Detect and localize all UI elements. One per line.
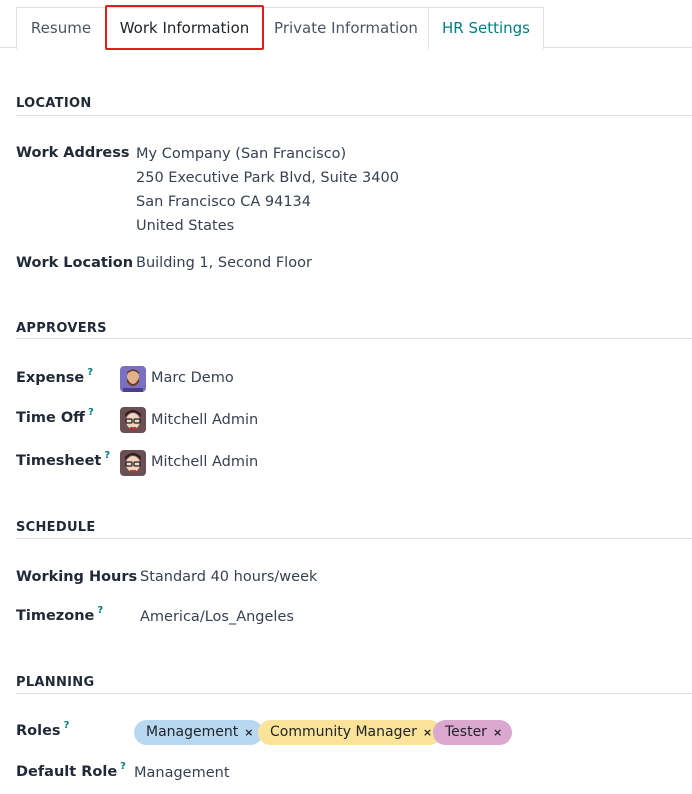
avatar-admin-glasses-icon[interactable] [120, 450, 146, 476]
timezone-value[interactable]: America/Los_Angeles [140, 609, 294, 625]
expense-approver-value[interactable]: Marc Demo [151, 370, 234, 386]
help-tooltip-icon[interactable]: ? [120, 761, 126, 772]
help-tooltip-icon[interactable]: ? [87, 367, 93, 378]
time-off-label: Time Off? [16, 407, 94, 426]
section-divider [16, 693, 692, 694]
working-hours-label: Working Hours [16, 569, 138, 585]
section-title-approvers: APPROVERS [16, 321, 107, 336]
role-tag-label: Community Manager [270, 724, 417, 740]
work-location-value[interactable]: Building 1, Second Floor [136, 255, 312, 271]
timezone-label-text: Timezone [16, 608, 95, 624]
role-tag-tester[interactable]: Tester × [433, 720, 513, 745]
role-tag-label: Tester [445, 724, 487, 740]
remove-tag-icon[interactable]: × [423, 726, 432, 739]
work-address-company[interactable]: My Company (San Francisco) [136, 142, 399, 166]
section-divider [16, 538, 692, 539]
expense-label-text: Expense [16, 370, 85, 386]
expense-label: Expense? [16, 367, 93, 386]
remove-tag-icon[interactable]: × [244, 726, 253, 739]
roles-label: Roles? [16, 720, 70, 739]
tab-work-information[interactable]: Work Information [105, 7, 264, 49]
work-address-value[interactable]: My Company (San Francisco) 250 Executive… [136, 142, 399, 238]
timezone-label: Timezone? [16, 605, 103, 624]
work-location-label: Work Location [16, 255, 134, 271]
roles-label-text: Roles [16, 723, 61, 739]
time-off-label-text: Time Off [16, 410, 85, 426]
role-tag-management[interactable]: Management × [134, 720, 264, 745]
work-address-label: Work Address [16, 145, 130, 161]
help-tooltip-icon[interactable]: ? [104, 450, 110, 461]
role-tag-community-manager[interactable]: Community Manager × [258, 720, 443, 745]
timesheet-label: Timesheet? [16, 450, 110, 469]
work-address-street: 250 Executive Park Blvd, Suite 3400 [136, 170, 399, 186]
default-role-value[interactable]: Management [134, 765, 230, 781]
tab-private-information[interactable]: Private Information [263, 7, 429, 49]
help-tooltip-icon[interactable]: ? [88, 407, 94, 418]
role-tag-label: Management [146, 724, 239, 740]
help-tooltip-icon[interactable]: ? [97, 605, 103, 616]
section-title-schedule: SCHEDULE [16, 520, 96, 535]
timesheet-approver-value[interactable]: Mitchell Admin [151, 454, 258, 470]
working-hours-value[interactable]: Standard 40 hours/week [140, 569, 317, 585]
tab-hr-settings[interactable]: HR Settings [428, 7, 544, 49]
section-divider [16, 338, 692, 339]
tab-bar: Resume Work Information Private Informat… [0, 0, 692, 50]
avatar-bearded-man-icon[interactable] [120, 366, 146, 392]
section-title-planning: PLANNING [16, 675, 95, 690]
timesheet-label-text: Timesheet [16, 453, 102, 469]
avatar-admin-glasses-icon[interactable] [120, 407, 146, 433]
default-role-label-text: Default Role [16, 764, 118, 780]
remove-tag-icon[interactable]: × [493, 726, 502, 739]
work-address-city: San Francisco CA 94134 [136, 194, 311, 210]
section-title-location: LOCATION [16, 96, 92, 111]
work-address-country: United States [136, 218, 235, 234]
help-tooltip-icon[interactable]: ? [64, 720, 70, 731]
section-divider [16, 115, 692, 116]
tab-resume[interactable]: Resume [16, 7, 106, 49]
time-off-approver-value[interactable]: Mitchell Admin [151, 412, 258, 428]
default-role-label: Default Role? [16, 761, 126, 780]
